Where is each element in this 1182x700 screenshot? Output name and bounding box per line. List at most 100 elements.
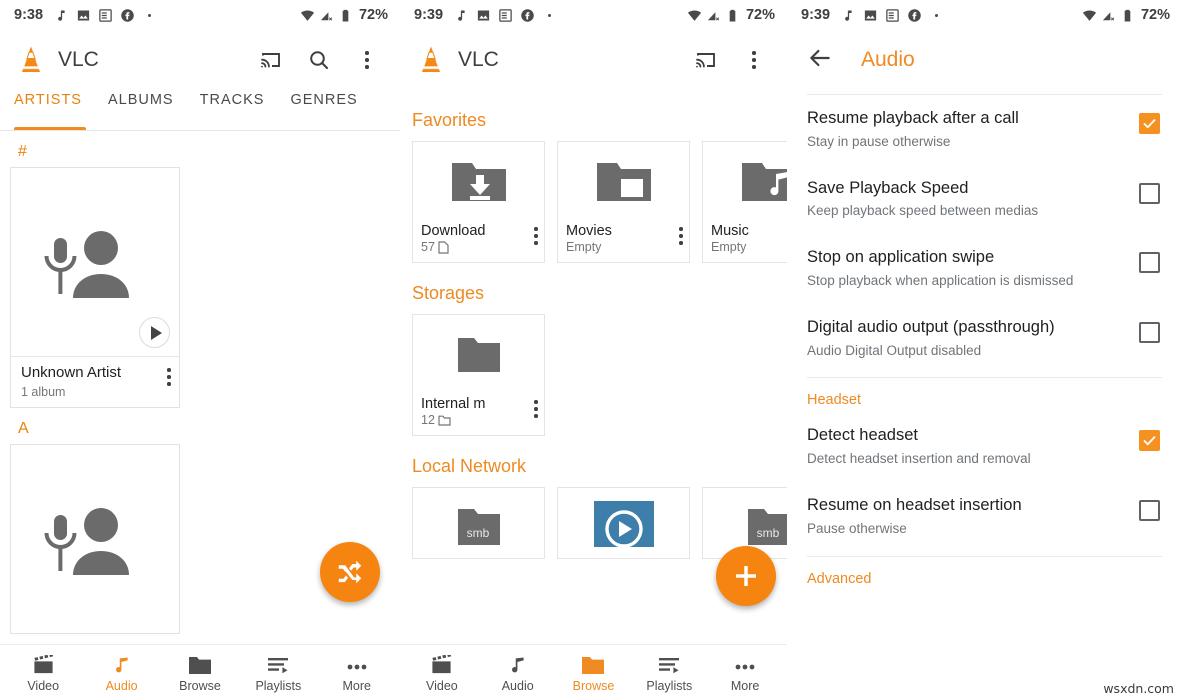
pref-title: Digital audio output (passthrough) <box>807 317 1055 336</box>
pref-resume-on-headset[interactable]: Resume on headset insertion Pause otherw… <box>787 482 1182 552</box>
pref-title: Resume on headset insertion <box>807 496 1022 515</box>
nav-label-playlists: Playlists <box>255 678 302 693</box>
pref-text: Digital audio output (passthrough) Audio… <box>807 318 1125 360</box>
pref-digital-audio-output[interactable]: Digital audio output (passthrough) Audio… <box>787 304 1182 374</box>
pref-checkbox[interactable] <box>1139 430 1160 452</box>
music-note-icon <box>111 653 132 675</box>
artist-placeholder-icon <box>44 231 129 298</box>
app-title: VLC <box>458 48 499 71</box>
nav-item-more[interactable]: More <box>318 653 396 693</box>
pref-checkbox[interactable] <box>1139 500 1160 522</box>
artist-section-letter-a: A <box>18 419 29 437</box>
pref-checkbox[interactable] <box>1139 321 1160 343</box>
pref-summary: Detect headset insertion and removal <box>807 451 1031 467</box>
pref-checkbox[interactable] <box>1139 113 1160 134</box>
shuffle-fab-button[interactable] <box>320 542 380 602</box>
nav-item-video[interactable]: Video <box>4 653 82 693</box>
cast-icon[interactable] <box>693 47 719 73</box>
pref-title: Detect headset <box>807 426 918 445</box>
arrow-back-icon[interactable] <box>807 45 833 76</box>
pref-summary: Stay in pause otherwise <box>807 133 951 149</box>
folder-meta: Music Empty <box>703 219 787 262</box>
tab-artists[interactable]: ARTISTS <box>14 90 95 108</box>
status-time: 9:38 <box>14 7 44 23</box>
favorites-row: Download 57 Movies Empty Music Empty <box>400 141 787 263</box>
battery-percent: 72% <box>745 7 775 23</box>
battery-percent: 72% <box>1140 7 1170 23</box>
artist-overflow-icon[interactable] <box>167 364 171 386</box>
app-bar-actions <box>693 47 773 73</box>
overflow-icon[interactable] <box>741 47 767 73</box>
app-bar: VLC <box>400 30 787 90</box>
folder-card-music[interactable]: Music Empty <box>702 141 787 263</box>
network-card-video[interactable] <box>557 487 690 559</box>
status-time: 9:39 <box>801 7 831 23</box>
folder-overflow-icon[interactable] <box>679 223 683 245</box>
pref-checkbox[interactable] <box>1139 182 1160 204</box>
nav-item-audio[interactable]: Audio <box>480 653 556 693</box>
folder-small-icon <box>438 415 451 426</box>
folder-card-movies[interactable]: Movies Empty <box>557 141 690 263</box>
wifi-icon <box>687 10 702 21</box>
wifi-icon <box>300 10 315 21</box>
artist-thumbnail <box>11 168 179 356</box>
panel-audio-settings: 9:39 72% Audio Resume playback after a c… <box>787 0 1182 700</box>
status-notification-icons <box>54 8 157 23</box>
nav-item-more[interactable]: More <box>707 653 783 693</box>
signal-off-icon <box>707 11 720 21</box>
add-fab-button[interactable] <box>716 546 776 606</box>
pref-checkbox[interactable] <box>1139 252 1160 274</box>
pref-summary: Stop playback when application is dismis… <box>807 273 1074 289</box>
pref-title: Resume playback after a call <box>807 109 1019 127</box>
pref-stop-on-swipe[interactable]: Stop on application swipe Stop playback … <box>787 234 1182 304</box>
facebook-icon <box>521 8 534 22</box>
nav-item-video[interactable]: Video <box>404 653 480 693</box>
pref-text: Resume on headset insertion Pause otherw… <box>807 496 1125 538</box>
nav-label-playlists: Playlists <box>646 678 693 693</box>
folder-icon <box>581 653 605 675</box>
battery-icon <box>1124 9 1131 21</box>
folder-card-download[interactable]: Download 57 <box>412 141 545 263</box>
panel-browse: 9:39 72% VLC Favorites Download 57 Movie… <box>400 0 787 700</box>
tab-bar: ARTISTS ALBUMS TRACKS GENRES <box>0 90 400 130</box>
artist-card[interactable] <box>10 443 180 634</box>
nav-item-browse[interactable]: Browse <box>161 653 239 693</box>
folder-overflow-icon[interactable] <box>534 396 538 418</box>
status-notification-icons <box>841 8 944 23</box>
play-button[interactable] <box>139 317 170 348</box>
artist-card[interactable]: Unknown Artist 1 album <box>10 167 180 408</box>
cast-icon[interactable] <box>258 47 284 73</box>
overflow-icon[interactable] <box>354 47 380 73</box>
dot-icon <box>548 13 552 17</box>
tab-albums[interactable]: ALBUMS <box>108 90 187 108</box>
file-icon <box>438 240 449 254</box>
nav-label-browse: Browse <box>179 678 221 693</box>
settings-app-bar: Audio <box>787 30 1182 90</box>
folder-overflow-icon[interactable] <box>534 223 538 245</box>
article-icon <box>99 8 112 22</box>
folder-music-icon <box>741 162 787 201</box>
storages-row: Internal m 12 <box>400 314 787 436</box>
signal-off-icon <box>320 11 333 21</box>
search-icon[interactable] <box>306 47 332 73</box>
pref-detect-headset[interactable]: Detect headset Detect headset insertion … <box>787 412 1182 482</box>
playlist-icon <box>266 653 290 675</box>
pref-save-playback-speed[interactable]: Save Playback Speed Keep playback speed … <box>787 165 1182 235</box>
nav-item-playlists[interactable]: Playlists <box>239 653 317 693</box>
shuffle-icon <box>338 560 362 584</box>
folder-meta: Movies Empty <box>558 219 689 262</box>
status-right-icons: 72% <box>300 7 388 23</box>
tab-tracks[interactable]: TRACKS <box>200 90 278 108</box>
nav-item-audio[interactable]: Audio <box>82 653 160 693</box>
network-card-smb-1[interactable]: smb <box>412 487 545 559</box>
tab-genres[interactable]: GENRES <box>290 90 370 108</box>
svg-text:smb: smb <box>756 526 779 540</box>
folder-card-internal[interactable]: Internal m 12 <box>412 314 545 436</box>
nav-item-browse[interactable]: Browse <box>556 653 632 693</box>
nav-item-playlists[interactable]: Playlists <box>631 653 707 693</box>
music-note-icon <box>58 10 65 21</box>
play-triangle-icon <box>150 325 162 340</box>
pref-resume-after-call[interactable]: Resume playback after a call Stay in pau… <box>787 95 1182 165</box>
folder-count: 12 <box>421 413 435 427</box>
movie-icon <box>32 653 55 675</box>
